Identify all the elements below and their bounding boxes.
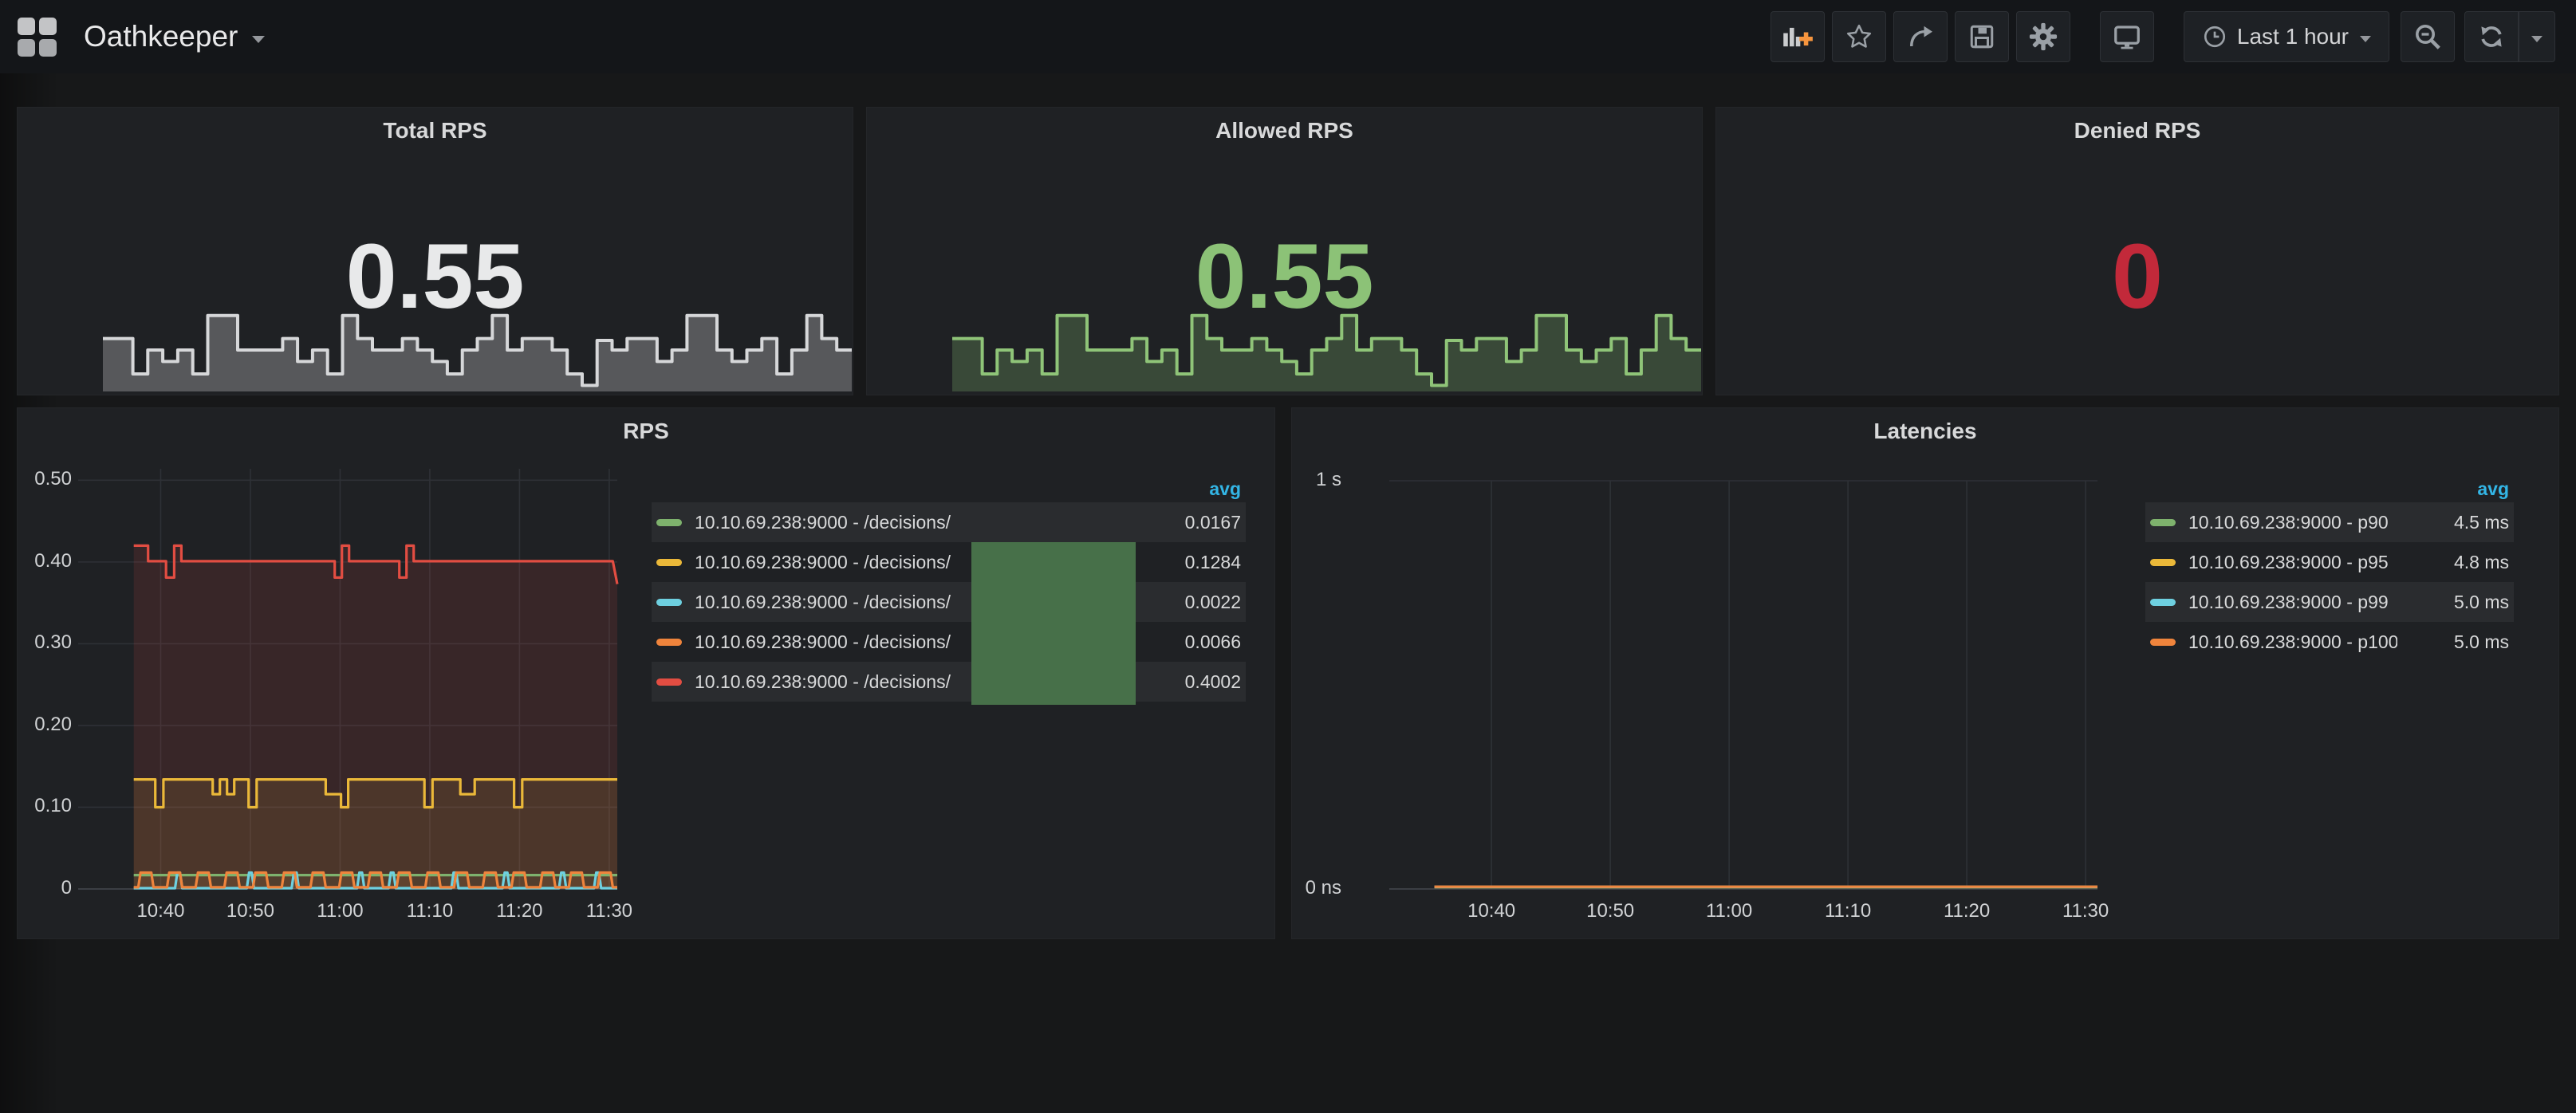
gear-icon bbox=[2028, 22, 2058, 52]
refresh-icon bbox=[2477, 22, 2506, 51]
legend-row[interactable]: 10.10.69.238:9000 - p1005.0 ms bbox=[2145, 622, 2514, 662]
legend: avg10.10.69.238:9000 - p904.5 ms10.10.69… bbox=[2145, 475, 2514, 662]
navbar-right: Last 1 hour bbox=[1763, 11, 2555, 62]
share-button[interactable] bbox=[1893, 11, 1948, 62]
panel-title[interactable]: RPS bbox=[18, 419, 1274, 444]
time-range-label: Last 1 hour bbox=[2237, 24, 2349, 49]
legend-series-swatch[interactable] bbox=[656, 519, 682, 526]
add-panel-button[interactable] bbox=[1771, 11, 1825, 62]
panel-title[interactable]: Denied RPS bbox=[1716, 118, 2558, 144]
save-button[interactable] bbox=[1955, 11, 2009, 62]
dashboard-title-dropdown[interactable]: Oathkeeper bbox=[84, 20, 265, 53]
legend-series-swatch[interactable] bbox=[2150, 599, 2176, 606]
logo-square bbox=[39, 39, 57, 57]
legend-series-label[interactable]: 10.10.69.238:9000 - p100 bbox=[2188, 631, 2397, 653]
legend-row[interactable]: 10.10.69.238:9000 - /decisions/0.1284 bbox=[652, 542, 1246, 582]
logo-square bbox=[18, 39, 35, 57]
stat-value: 0.55 bbox=[18, 224, 853, 329]
panel-title[interactable]: Total RPS bbox=[18, 118, 853, 144]
panel-latencies-graph: Latencies 10:4010:5011:0011:1011:2011:30… bbox=[1291, 407, 2559, 939]
time-range-picker[interactable]: Last 1 hour bbox=[2184, 11, 2389, 62]
logo-square bbox=[18, 18, 35, 35]
legend-row[interactable]: 10.10.69.238:9000 - /decisions/0.4002 bbox=[652, 662, 1246, 702]
legend-series-avg: 0.0167 bbox=[1121, 512, 1241, 533]
legend-series-swatch[interactable] bbox=[656, 599, 682, 606]
legend-series-avg: 5.0 ms bbox=[2397, 592, 2509, 613]
legend-series-swatch[interactable] bbox=[2150, 519, 2176, 526]
legend-series-avg: 0.4002 bbox=[1121, 671, 1241, 693]
navbar: Oathkeeper bbox=[0, 0, 2576, 73]
chevron-down-icon bbox=[252, 36, 265, 43]
panel-title[interactable]: Latencies bbox=[1292, 419, 2558, 444]
panel-total-rps: Total RPS 0.55 bbox=[17, 107, 853, 395]
save-icon bbox=[1967, 22, 1996, 51]
legend-series-label[interactable]: 10.10.69.238:9000 - p95 bbox=[2188, 552, 2397, 573]
panel-title[interactable]: Allowed RPS bbox=[867, 118, 1702, 144]
legend-avg-header[interactable]: avg bbox=[652, 475, 1246, 502]
legend-series-avg: 4.5 ms bbox=[2397, 512, 2509, 533]
monitor-icon bbox=[2113, 22, 2141, 51]
navbar-left: Oathkeeper bbox=[18, 18, 265, 57]
legend-redaction-overlay bbox=[971, 542, 1136, 705]
panel-denied-rps: Denied RPS 0 bbox=[1715, 107, 2559, 395]
legend-series-swatch[interactable] bbox=[656, 678, 682, 686]
legend: avg10.10.69.238:9000 - /decisions/0.0167… bbox=[652, 475, 1246, 702]
legend-series-avg: 0.0022 bbox=[1121, 592, 1241, 613]
panel-rps-graph: RPS 10:4010:5011:0011:1011:2011:3000.100… bbox=[17, 407, 1275, 939]
legend-avg-header[interactable]: avg bbox=[2145, 475, 2514, 502]
legend-series-avg: 0.0066 bbox=[1121, 631, 1241, 653]
grafana-dashboard: Oathkeeper bbox=[0, 0, 2576, 1113]
panel-allowed-rps: Allowed RPS 0.55 bbox=[866, 107, 1703, 395]
legend-row[interactable]: 10.10.69.238:9000 - /decisions/0.0167 bbox=[652, 502, 1246, 542]
refresh-interval-dropdown[interactable] bbox=[2519, 11, 2555, 62]
chevron-down-icon bbox=[2360, 36, 2371, 42]
share-icon bbox=[1906, 22, 1935, 51]
stat-value: 0 bbox=[1716, 224, 2558, 329]
refresh-split-button bbox=[2464, 11, 2555, 62]
legend-series-swatch[interactable] bbox=[656, 559, 682, 566]
stat-value: 0.55 bbox=[867, 224, 1702, 329]
legend-series-avg: 4.8 ms bbox=[2397, 552, 2509, 573]
tv-mode-button[interactable] bbox=[2100, 11, 2154, 62]
legend-row[interactable]: 10.10.69.238:9000 - /decisions/0.0066 bbox=[652, 622, 1246, 662]
legend-row[interactable]: 10.10.69.238:9000 - /decisions/0.0022 bbox=[652, 582, 1246, 622]
legend-series-swatch[interactable] bbox=[2150, 559, 2176, 566]
legend-series-avg: 5.0 ms bbox=[2397, 631, 2509, 653]
dashboard-title: Oathkeeper bbox=[84, 20, 238, 53]
settings-button[interactable] bbox=[2016, 11, 2070, 62]
legend-row[interactable]: 10.10.69.238:9000 - p954.8 ms bbox=[2145, 542, 2514, 582]
legend-series-swatch[interactable] bbox=[2150, 639, 2176, 646]
add-panel-icon bbox=[1782, 24, 1814, 49]
refresh-button[interactable] bbox=[2464, 11, 2519, 62]
clock-icon bbox=[2202, 24, 2227, 49]
legend-series-swatch[interactable] bbox=[656, 639, 682, 646]
zoom-out-icon bbox=[2413, 22, 2442, 51]
legend-row[interactable]: 10.10.69.238:9000 - p995.0 ms bbox=[2145, 582, 2514, 622]
grafana-logo[interactable] bbox=[18, 18, 57, 57]
legend-series-label[interactable]: 10.10.69.238:9000 - p90 bbox=[2188, 512, 2397, 533]
star-button[interactable] bbox=[1832, 11, 1886, 62]
legend-series-label[interactable]: 10.10.69.238:9000 - p99 bbox=[2188, 592, 2397, 613]
zoom-out-button[interactable] bbox=[2401, 11, 2455, 62]
legend-series-avg: 0.1284 bbox=[1121, 552, 1241, 573]
legend-series-label[interactable]: 10.10.69.238:9000 - /decisions/ bbox=[695, 512, 1121, 533]
legend-row[interactable]: 10.10.69.238:9000 - p904.5 ms bbox=[2145, 502, 2514, 542]
logo-square bbox=[39, 18, 57, 35]
chevron-down-icon bbox=[2531, 36, 2543, 42]
star-icon bbox=[1845, 22, 1873, 51]
